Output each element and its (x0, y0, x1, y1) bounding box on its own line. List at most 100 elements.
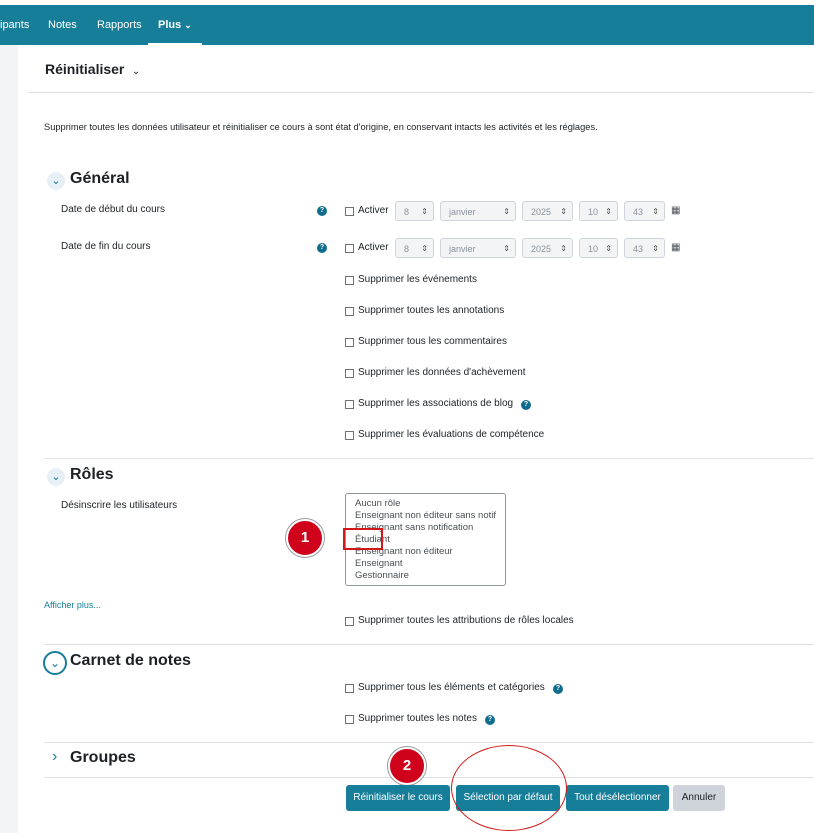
select-arrows-icon: ⇕ (652, 207, 659, 216)
nav-item-notes[interactable]: Notes (48, 5, 77, 45)
nav-item-plus-label: Plus (158, 19, 182, 31)
page-title-menu[interactable]: Réinitialiser ⌄ (45, 61, 140, 79)
delete-completion-checkbox[interactable] (345, 369, 354, 378)
delete-notes-label: Supprimer toutes les annotations (358, 305, 505, 316)
end-date-label: Date de fin du cours (61, 241, 151, 252)
highlight-ellipse (451, 745, 567, 831)
cancel-button[interactable]: Annuler (673, 785, 725, 811)
select-arrows-icon: ⇕ (503, 207, 510, 216)
start-minute-select[interactable]: 43 ⇕ (624, 201, 665, 221)
role-option[interactable]: Aucun rôle (355, 498, 400, 510)
help-icon[interactable]: ? (521, 400, 531, 410)
section-divider (44, 458, 814, 459)
nav-item-plus[interactable]: Plus ⌄ (148, 5, 202, 45)
end-date-enable-checkbox[interactable] (345, 244, 354, 253)
start-minute-value: 43 (633, 207, 644, 217)
chevron-down-icon[interactable]: ⌄ (43, 651, 67, 675)
select-arrows-icon: ⇕ (421, 244, 428, 253)
section-heading-groups[interactable]: Groupes (70, 749, 136, 767)
start-day-value: 8 (404, 207, 410, 217)
section-divider (44, 742, 814, 743)
delete-grades-label: Supprimer toutes les notes (358, 713, 477, 724)
select-arrows-icon: ⇕ (421, 207, 428, 216)
end-year-select[interactable]: 2025 ⇕ (522, 238, 573, 258)
delete-grade-items-label: Supprimer tous les éléments et catégorie… (358, 682, 545, 693)
page-title: Réinitialiser (45, 61, 125, 77)
unenrol-label: Désinscrire les utilisateurs (61, 500, 178, 511)
start-year-select[interactable]: 2025 ⇕ (522, 201, 573, 221)
role-option[interactable]: Enseignant (355, 558, 403, 570)
end-minute-select[interactable]: 43 ⇕ (624, 238, 665, 258)
delete-grades-checkbox[interactable] (345, 715, 354, 724)
deselect-all-button[interactable]: Tout désélectionner (566, 785, 669, 811)
reset-course-button[interactable]: Réinitialiser le cours (346, 785, 450, 811)
select-arrows-icon: ⇕ (560, 207, 567, 216)
show-more-link[interactable]: Afficher plus... (44, 600, 101, 610)
left-drawer-edge (0, 45, 18, 833)
start-month-value: janvier (449, 207, 476, 217)
intro-text: Supprimer toutes les données utilisateur… (44, 122, 598, 132)
role-option[interactable]: Enseignant non éditeur sans notif (355, 510, 496, 522)
delete-completion-label: Supprimer les données d'achèvement (358, 367, 526, 378)
delete-blog-checkbox[interactable] (345, 400, 354, 409)
annotation-badge-1: 1 (286, 519, 324, 557)
end-hour-value: 10 (588, 244, 599, 254)
select-arrows-icon: ⇕ (652, 244, 659, 253)
role-option[interactable]: Gestionnaire (355, 570, 409, 582)
start-hour-select[interactable]: 10 ⇕ (579, 201, 618, 221)
section-heading-roles[interactable]: Rôles (70, 466, 114, 484)
section-divider (44, 644, 814, 645)
highlight-box (343, 528, 383, 550)
chevron-down-icon[interactable]: ⌄ (47, 172, 65, 190)
delete-comments-label: Supprimer tous les commentaires (358, 336, 507, 347)
calendar-icon[interactable]: ▦ (671, 205, 680, 216)
select-arrows-icon: ⇕ (503, 244, 510, 253)
delete-competency-label: Supprimer les évaluations de compétence (358, 429, 545, 440)
delete-local-roles-checkbox[interactable] (345, 617, 354, 626)
section-heading-gradebook[interactable]: Carnet de notes (70, 652, 191, 670)
section-divider (44, 777, 814, 778)
nav-item-rapports[interactable]: Rapports (97, 5, 142, 45)
delete-grade-items-checkbox[interactable] (345, 684, 354, 693)
delete-notes-checkbox[interactable] (345, 307, 354, 316)
start-date-enable-checkbox[interactable] (345, 207, 354, 216)
select-arrows-icon: ⇕ (605, 207, 612, 216)
show-more-link-text[interactable]: Afficher plus... (44, 600, 101, 610)
calendar-icon[interactable]: ▦ (671, 242, 680, 253)
chevron-right-icon[interactable]: › (52, 748, 57, 766)
header-divider (28, 92, 814, 93)
start-day-select[interactable]: 8 ⇕ (395, 201, 434, 221)
start-date-enable-label: Activer (358, 205, 389, 216)
help-icon[interactable]: ? (485, 715, 495, 725)
end-minute-value: 43 (633, 244, 644, 254)
section-heading-general[interactable]: Général (70, 170, 130, 188)
end-day-value: 8 (404, 244, 410, 254)
start-date-label: Date de début du cours (61, 204, 165, 215)
end-month-select[interactable]: janvier ⇕ (440, 238, 516, 258)
delete-local-roles-label: Supprimer toutes les attributions de rôl… (358, 615, 574, 626)
select-arrows-icon: ⇕ (605, 244, 612, 253)
start-year-value: 2025 (531, 207, 552, 217)
delete-events-checkbox[interactable] (345, 276, 354, 285)
delete-events-label: Supprimer les événements (358, 274, 477, 285)
end-date-enable-label: Activer (358, 242, 389, 253)
end-hour-select[interactable]: 10 ⇕ (579, 238, 618, 258)
help-icon[interactable]: ? (317, 206, 327, 216)
annotation-badge-2: 2 (388, 747, 426, 785)
help-icon[interactable]: ? (553, 684, 563, 694)
delete-competency-checkbox[interactable] (345, 431, 354, 440)
chevron-down-icon: ⌄ (131, 66, 141, 77)
end-month-value: janvier (449, 244, 476, 254)
end-year-value: 2025 (531, 244, 552, 254)
help-icon[interactable]: ? (317, 243, 327, 253)
chevron-down-icon: ⌄ (184, 20, 192, 30)
start-month-select[interactable]: janvier ⇕ (440, 201, 516, 221)
nav-item-participants[interactable]: ipants (0, 5, 29, 45)
delete-blog-label: Supprimer les associations de blog (358, 398, 514, 409)
chevron-down-icon[interactable]: ⌄ (47, 468, 65, 486)
delete-comments-checkbox[interactable] (345, 338, 354, 347)
top-navigation: ipants Notes Rapports Plus ⌄ (0, 5, 814, 45)
select-arrows-icon: ⇕ (560, 244, 567, 253)
end-day-select[interactable]: 8 ⇕ (395, 238, 434, 258)
start-hour-value: 10 (588, 207, 599, 217)
